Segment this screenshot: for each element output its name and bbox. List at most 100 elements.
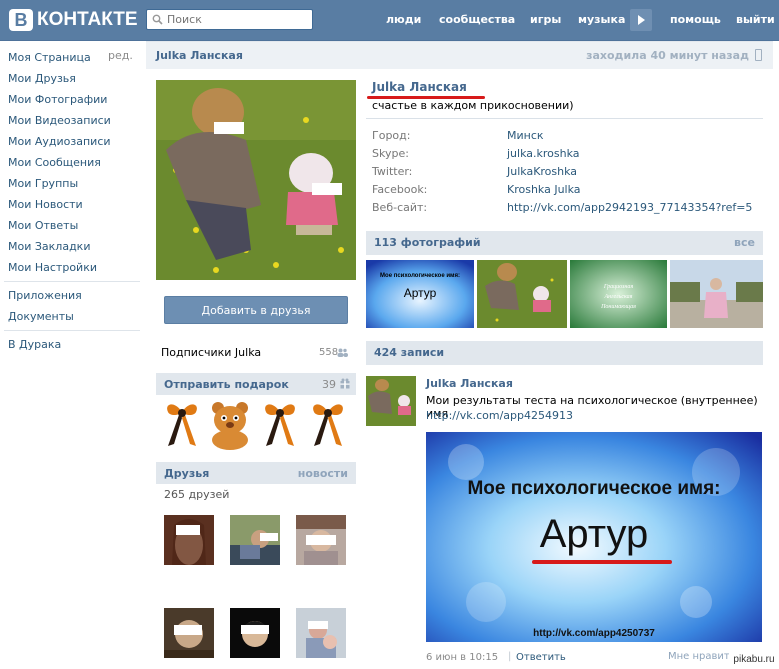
gifts-count: 39: [322, 378, 336, 391]
menu-divider: [4, 330, 140, 331]
profile-name: Julka Ланская: [372, 80, 467, 94]
censor-bar: [260, 533, 278, 541]
search-box[interactable]: [146, 9, 313, 30]
ribbon-gift-icon[interactable]: [258, 398, 302, 450]
friends-title[interactable]: Друзья: [164, 467, 209, 480]
mobile-phone-icon: [755, 49, 762, 61]
menu-my-photos[interactable]: Мои Фотографии: [8, 91, 107, 109]
menu-my-page[interactable]: Моя Страница: [8, 49, 91, 67]
post-author-name[interactable]: Julka Ланская: [426, 377, 513, 390]
info-label-website: Веб-сайт:: [372, 201, 428, 214]
menu-my-answers[interactable]: Мои Ответы: [8, 217, 78, 235]
profile-header-name[interactable]: Julka Ланская: [156, 49, 243, 62]
gift-icon: [340, 378, 350, 389]
info-value-twitter[interactable]: JulkaKroshka: [507, 165, 577, 178]
info-label-city: Город:: [372, 129, 411, 142]
info-value-skype[interactable]: julka.kroshka: [507, 147, 580, 160]
search-input[interactable]: [167, 12, 307, 27]
friend-avatar[interactable]: [296, 515, 346, 565]
info-separator: [366, 118, 763, 119]
play-icon[interactable]: [630, 9, 652, 31]
vk-logo-text: КОНТАКТЕ: [37, 9, 138, 30]
nav-logout[interactable]: выйти: [736, 0, 775, 40]
photo-thumb[interactable]: [670, 260, 763, 328]
menu-app-durak[interactable]: В Дурака: [8, 336, 61, 354]
vk-logo[interactable]: В КОНТАКТЕ: [9, 9, 138, 31]
wall-header[interactable]: 424 записи: [366, 341, 763, 365]
menu-my-audio[interactable]: Мои Аудиозаписи: [8, 133, 111, 151]
ribbon-gift-icon[interactable]: [306, 398, 350, 450]
friend-avatar[interactable]: [164, 515, 214, 565]
menu-my-bookmarks[interactable]: Мои Закладки: [8, 238, 90, 256]
menu-documents[interactable]: Документы: [8, 308, 74, 326]
photo-thumb[interactable]: Грациозная Ангельская Понимающая: [570, 260, 667, 328]
nav-people[interactable]: люди: [386, 0, 421, 40]
nav-help[interactable]: помощь: [670, 0, 721, 40]
menu-my-settings[interactable]: Мои Настройки: [8, 259, 97, 277]
nav-communities[interactable]: сообщества: [439, 0, 515, 40]
photo-thumb-image: [477, 260, 567, 328]
friends-header[interactable]: Друзья новости: [156, 462, 356, 484]
nav-games[interactable]: игры: [530, 0, 561, 40]
photo-thumb[interactable]: Мое психологическое имя: Артур: [366, 260, 474, 328]
menu-my-friends[interactable]: Мои Друзья: [8, 70, 76, 88]
post-reply-link[interactable]: Ответить: [516, 652, 566, 663]
menu-my-videos[interactable]: Мои Видеозаписи: [8, 112, 111, 130]
photo-thumb-line: Ангельская: [604, 294, 633, 300]
post-image-name: Артур: [539, 512, 649, 556]
friend-avatar[interactable]: [296, 608, 346, 658]
profile-status[interactable]: счастье в каждом прикосновении): [372, 99, 574, 112]
friend-photo: [296, 608, 346, 658]
friend-avatar[interactable]: [230, 515, 280, 565]
people-icon: [337, 348, 348, 357]
gifts-header[interactable]: Отправить подарок 39: [156, 373, 356, 395]
photo-thumb-name: Артур: [403, 286, 437, 300]
last-seen-status: заходила 40 минут назад: [586, 49, 749, 62]
menu-my-groups[interactable]: Мои Группы: [8, 175, 78, 193]
nav-music[interactable]: музыка: [578, 0, 625, 40]
menu-my-messages[interactable]: Мои Сообщения: [8, 154, 101, 172]
info-value-city[interactable]: Минск: [507, 129, 544, 142]
info-label-skype: Skype:: [372, 147, 409, 160]
friend-avatar[interactable]: [230, 608, 280, 658]
gifts-title[interactable]: Отправить подарок: [164, 378, 289, 391]
post-author-avatar[interactable]: [366, 376, 416, 426]
photos-title[interactable]: 113 фотографий: [374, 236, 481, 249]
friends-count[interactable]: 265 друзей: [164, 488, 229, 501]
top-bar: В КОНТАКТЕ люди сообщества игры музыка п…: [0, 0, 779, 41]
menu-my-news[interactable]: Мои Новости: [8, 196, 83, 214]
info-value-facebook[interactable]: Kroshka Julka: [507, 183, 581, 196]
profile-header-bar: Julka Ланская заходила 40 минут назад: [146, 41, 773, 69]
censor-bar: [312, 183, 342, 195]
photo-thumb-title: Мое психологическое имя:: [380, 273, 460, 279]
wall-title[interactable]: 424 записи: [374, 346, 444, 359]
friends-news-link[interactable]: новости: [298, 467, 348, 480]
profile-avatar[interactable]: [156, 80, 356, 280]
censor-bar: [176, 525, 200, 535]
friend-avatar[interactable]: [164, 608, 214, 658]
photo-thumb-image: [670, 260, 763, 328]
censor-bar: [174, 625, 202, 635]
subscribers-link[interactable]: Подписчики Julka: [161, 346, 261, 359]
post-image[interactable]: Мое психологическое имя: Артур http://vk…: [426, 432, 762, 642]
watermark: pikabu.ru: [729, 651, 779, 669]
friend-photo: [164, 515, 214, 565]
photos-header[interactable]: 113 фотографий все: [366, 231, 763, 255]
info-value-website[interactable]: http://vk.com/app2942193_77143354?ref=5: [507, 201, 752, 214]
photos-all-link[interactable]: все: [734, 236, 755, 249]
add-friend-button[interactable]: Добавить в друзья: [164, 296, 348, 324]
ribbon-gift-icon[interactable]: [160, 398, 204, 450]
post-date[interactable]: 6 июн в 10:15: [426, 652, 498, 663]
censor-bar: [241, 625, 269, 634]
teddy-gift-icon[interactable]: [208, 398, 252, 450]
edit-link[interactable]: ред.: [108, 49, 133, 62]
post-image-url: http://vk.com/app4250737: [533, 628, 655, 639]
photo-thumb[interactable]: [477, 260, 567, 328]
menu-divider: [4, 281, 140, 282]
red-underline: [532, 560, 672, 564]
photo-thumb-text: Грациозная Ангельская Понимающая: [570, 282, 667, 312]
menu-apps[interactable]: Приложения: [8, 287, 82, 305]
censor-bar: [308, 621, 328, 629]
post-separator: |: [508, 651, 512, 662]
post-link[interactable]: http://vk.com/app4254913: [426, 409, 573, 422]
